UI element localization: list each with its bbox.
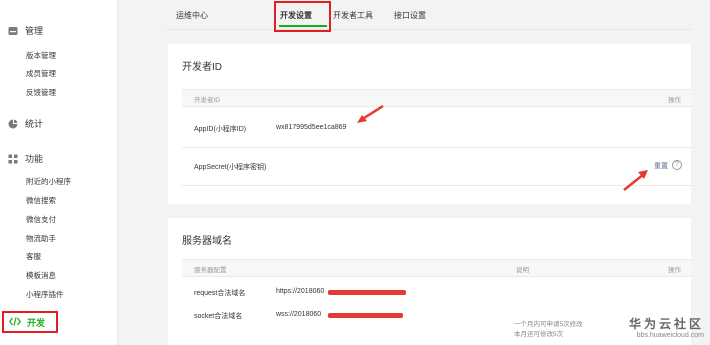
- tab-dev-tools[interactable]: 开发者工具: [333, 10, 373, 21]
- appid-value: wx817995d5ee1ca869: [276, 124, 347, 131]
- modify-remaining-note: 本月还可修改5次: [514, 331, 564, 338]
- column-header: 说明: [516, 267, 529, 274]
- row-divider: [182, 147, 692, 148]
- table-header: 开发者ID 操作: [182, 89, 692, 107]
- sidebar-item-plugin[interactable]: 小程序插件: [26, 289, 64, 300]
- help-icon[interactable]: ?: [672, 160, 682, 170]
- sidebar-section-label: 功能: [25, 154, 44, 164]
- reset-secret-link[interactable]: 重置: [654, 161, 668, 171]
- sidebar: 管理 版本管理 成员管理 反馈管理 统计 功能 附近的小程序 微信搜索 微信支付…: [0, 0, 118, 345]
- inbox-icon: [8, 26, 18, 36]
- sidebar-item-service[interactable]: 客服: [26, 251, 41, 262]
- card-title: 服务器域名: [182, 236, 232, 247]
- watermark-title: 华为云社区: [628, 317, 704, 331]
- card-title: 开发者ID: [182, 62, 222, 73]
- sidebar-item-template[interactable]: 模板消息: [26, 270, 56, 281]
- request-domain-value: https://2018060: [276, 288, 325, 295]
- tab-ops[interactable]: 运维中心: [176, 10, 208, 21]
- appsecret-label: AppSecret(小程序密钥): [194, 164, 267, 171]
- request-domain-label: request合法域名: [194, 290, 246, 297]
- sidebar-item-nearby[interactable]: 附近的小程序: [26, 176, 71, 187]
- column-header: 操作: [668, 267, 681, 274]
- sidebar-item-dev[interactable]: 开发: [2, 311, 58, 333]
- column-header: 服务器配置: [194, 267, 227, 274]
- sidebar-item-feedback[interactable]: 反馈管理: [26, 87, 56, 98]
- sidebar-dev-label: 开发: [27, 317, 46, 328]
- redaction-mark: [328, 313, 403, 318]
- sidebar-section-stats[interactable]: 统计: [8, 117, 43, 130]
- column-header: 开发者ID: [194, 97, 220, 104]
- sidebar-item-pay[interactable]: 微信支付: [26, 214, 56, 225]
- column-header: 操作: [668, 97, 681, 104]
- watermark-url: bbs.huaweicloud.com: [636, 332, 704, 339]
- pie-chart-icon: [8, 119, 18, 129]
- tab-bar: 运维中心 开发设置 开发者工具 接口设置: [166, 0, 691, 32]
- annotation-arrow-icon: [357, 104, 384, 123]
- annotation-box-tab: [274, 1, 331, 32]
- developer-id-card: 开发者ID 开发者ID 操作 AppID(小程序ID) wx817995d5ee…: [168, 44, 692, 204]
- sidebar-section-label: 统计: [25, 119, 44, 129]
- appid-label: AppID(小程序ID): [194, 126, 247, 133]
- socket-domain-value: wss://2018060: [276, 311, 322, 318]
- server-domain-card: 服务器域名 服务器配置 说明 操作 request合法域名 https://20…: [168, 218, 692, 345]
- watermark: 华为云社区 bbs.huaweicloud.com: [629, 315, 704, 339]
- redaction-mark: [328, 290, 406, 295]
- socket-domain-label: socket合法域名: [194, 313, 243, 320]
- sidebar-section-label: 管理: [25, 26, 44, 36]
- sidebar-section-features[interactable]: 功能: [8, 152, 43, 165]
- sidebar-item-logistics[interactable]: 物流助手: [26, 233, 56, 244]
- row-divider: [182, 185, 692, 186]
- modify-limit-note: 一个月内可申请5次修改: [514, 321, 583, 328]
- sidebar-item-version[interactable]: 版本管理: [26, 50, 56, 61]
- tab-api-settings[interactable]: 接口设置: [394, 10, 426, 21]
- annotation-arrow-icon: [623, 170, 648, 191]
- sidebar-item-search[interactable]: 微信搜索: [26, 195, 56, 206]
- code-icon: [8, 316, 22, 328]
- sidebar-item-members[interactable]: 成员管理: [26, 68, 56, 79]
- table-header: 服务器配置 说明 操作: [182, 259, 692, 277]
- grid-icon: [8, 154, 18, 164]
- sidebar-section-manage[interactable]: 管理: [8, 24, 43, 37]
